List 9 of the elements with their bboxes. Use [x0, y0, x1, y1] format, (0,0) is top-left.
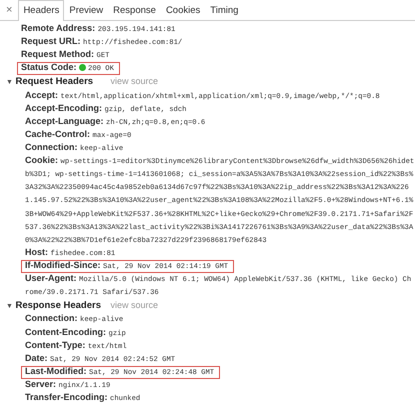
section-title: Response Headers — [15, 299, 102, 312]
section-title: Request Headers — [15, 75, 94, 89]
tab[interactable]: Preview — [64, 0, 108, 21]
header-name: Status Code: — [21, 62, 77, 72]
tab[interactable]: Headers — [18, 0, 64, 21]
close-button[interactable]: × — [6, 4, 18, 16]
tab[interactable]: Response — [108, 0, 161, 21]
tab[interactable]: Cookies — [160, 0, 206, 21]
tab[interactable]: Timing — [205, 0, 244, 21]
